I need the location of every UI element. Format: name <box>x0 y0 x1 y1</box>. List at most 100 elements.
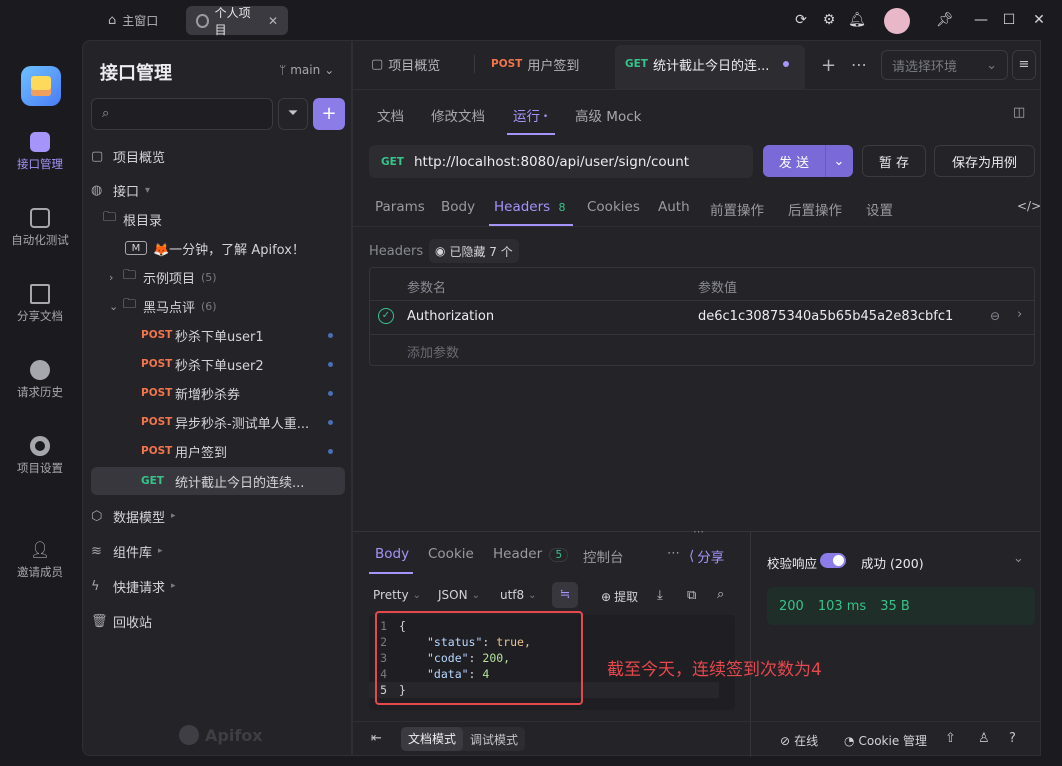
rail-automation-test[interactable]: 自动化测试 <box>0 208 80 248</box>
add-param-input[interactable]: 添加参数 <box>407 342 459 361</box>
url-input[interactable]: http://localhost:8080/api/user/sign/coun… <box>414 154 689 170</box>
project-window-tab[interactable]: 个人项目 ✕ <box>186 6 288 37</box>
url-bar[interactable]: GET http://localhost:8080/api/user/sign/… <box>369 145 753 178</box>
copy-icon[interactable]: ⧉ <box>687 588 696 603</box>
tab-post-ops[interactable]: 后置操作 <box>788 199 842 219</box>
subtab-docs[interactable]: 文档 <box>377 105 404 125</box>
pin-icon[interactable]: 📌︎ <box>936 11 954 29</box>
endpoint-item[interactable]: POST 秒杀下单user2 <box>91 351 345 377</box>
sidebar-item-overview[interactable]: ▢ 项目概览 <box>91 143 345 169</box>
send-button[interactable]: 发 送 ⌄ <box>763 145 853 177</box>
encoding-select[interactable]: utf8 ⌄ <box>500 588 537 602</box>
tree-folder-examples[interactable]: › 🗀︎ 示例项目 (5) <box>109 264 345 290</box>
subtab-edit-docs[interactable]: 修改文档 <box>431 105 485 125</box>
resp-tab-header[interactable]: Header 5 <box>493 546 569 562</box>
sidebar-item-recycle-bin[interactable]: 🗑︎ 回收站 <box>91 608 345 634</box>
sidebar-item-data-model[interactable]: ⬡ 数据模型 ▸ <box>91 503 345 529</box>
branch-selector[interactable]: ᛘ main ⌄ <box>279 63 334 77</box>
share-button[interactable]: ⟨ 分享 <box>689 546 724 566</box>
type-select[interactable]: JSON ⌄ <box>438 588 480 602</box>
endpoint-item[interactable]: POST 新增秒杀券 <box>91 380 345 406</box>
rail-project-settings[interactable]: 项目设置 <box>0 436 80 476</box>
remove-icon[interactable]: ⊖ <box>990 309 1000 323</box>
endpoint-item[interactable]: POST 秒杀下单user1 <box>91 322 345 348</box>
tab-auth[interactable]: Auth <box>658 199 690 215</box>
save-button[interactable]: 暂 存 <box>862 145 926 177</box>
sidebar-item-components[interactable]: ≋ 组件库 ▸ <box>91 538 345 564</box>
format-select[interactable]: Pretty ⌄ <box>373 588 421 602</box>
debug-mode-button[interactable]: 调试模式 <box>463 731 525 748</box>
tab-params[interactable]: Params <box>375 199 425 215</box>
hidden-headers-toggle[interactable]: ◉ 已隐藏 7 个 <box>429 239 519 263</box>
upload-icon[interactable]: ⇧ <box>945 731 956 746</box>
online-status[interactable]: ⊘ 在线 <box>780 732 818 749</box>
environment-select[interactable]: 请选择环境 ⌄ <box>881 50 1008 80</box>
tab-settings[interactable]: 设置 <box>866 199 893 219</box>
home-window-tab[interactable]: ⌂ 主窗口 <box>98 6 168 35</box>
chevron-down-icon[interactable]: ⌄ <box>1013 551 1024 566</box>
rail-request-history[interactable]: 请求历史 <box>0 360 80 400</box>
tab-pre-ops[interactable]: 前置操作 <box>710 199 764 219</box>
doc-mode-button[interactable]: 文档模式 <box>401 727 464 751</box>
cookie-management[interactable]: ◔ Cookie 管理 <box>844 732 927 749</box>
filter-button[interactable]: ⏷ <box>278 98 308 130</box>
tab-post-signin[interactable]: POST 用户签到 <box>491 41 579 87</box>
tab-body[interactable]: Body <box>441 199 475 215</box>
shirt-icon[interactable]: ♙ <box>978 731 990 746</box>
endpoint-item[interactable]: POST 用户签到 <box>91 438 345 464</box>
subtab-run[interactable]: 运行 • <box>513 105 548 125</box>
help-icon[interactable]: ? <box>1009 731 1016 746</box>
code-icon[interactable]: </> <box>1017 199 1041 213</box>
resize-handle-icon[interactable]: ⋯ <box>693 525 704 538</box>
response-size: 35 B <box>880 598 910 614</box>
rail-share-docs[interactable]: 分享文档 <box>0 284 80 324</box>
maximize-icon[interactable]: ☐ <box>1000 11 1018 29</box>
search-icon[interactable]: ⌕ <box>717 587 724 602</box>
more-tabs-button[interactable]: ⋯ <box>851 55 867 74</box>
save-as-case-button[interactable]: 保存为用例 <box>934 145 1035 177</box>
resp-tab-console[interactable]: 控制台 <box>583 546 624 566</box>
table-row[interactable]: ✓ Authorization de6c1c30875340a5b65b45a2… <box>370 301 1034 334</box>
window-close-icon[interactable]: ✕ <box>1030 11 1048 29</box>
refresh-icon[interactable]: ⟳ <box>792 11 810 29</box>
tree-folder-heima[interactable]: ⌄ 🗀︎ 黑马点评 (6) <box>109 293 345 319</box>
endpoint-item[interactable]: POST 异步秒杀-测试单人重... <box>91 409 345 435</box>
resp-tab-cookie[interactable]: Cookie <box>428 546 474 562</box>
checkbox-checked-icon[interactable]: ✓ <box>378 308 394 324</box>
minimize-icon[interactable]: — <box>972 11 990 29</box>
extract-button[interactable]: ⊕ 提取 <box>601 588 638 605</box>
add-button[interactable]: + <box>313 98 345 130</box>
sidebar-item-quick-request[interactable]: ϟ 快捷请求 ▸ <box>91 573 345 599</box>
tree-intro-doc[interactable]: M 🦊一分钟，了解 Apifox！ <box>125 235 345 261</box>
endpoint-item-selected[interactable]: GET 统计截止今日的连续... <box>91 467 345 495</box>
avatar[interactable] <box>884 8 910 34</box>
tree-root[interactable]: 🗀︎ 根目录 <box>103 206 357 232</box>
tab-overview[interactable]: ▢ 项目概览 <box>371 41 440 87</box>
subtab-mock[interactable]: 高级 Mock <box>575 105 641 125</box>
bell-icon[interactable]: 🔔︎ <box>848 11 866 29</box>
close-icon[interactable]: ✕ <box>268 14 278 28</box>
rail-api-management[interactable]: 接口管理 <box>0 132 80 172</box>
resp-tab-body[interactable]: Body <box>375 546 409 562</box>
method-select[interactable]: GET <box>381 156 404 168</box>
validate-toggle[interactable] <box>820 553 846 568</box>
collapse-icon[interactable]: ⇤ <box>371 731 382 746</box>
header-value-cell[interactable]: de6c1c30875340a5b65b45a2e83cbfc1 <box>698 309 953 324</box>
sidebar-item-api[interactable]: ◍ 接口 ▾ <box>91 177 345 203</box>
search-input[interactable]: ⌕ <box>91 98 273 130</box>
tab-cookies[interactable]: Cookies <box>587 199 640 215</box>
panel-toggle-icon[interactable]: ◫ <box>1013 105 1025 120</box>
chevron-right-icon[interactable]: › <box>1017 307 1022 322</box>
gear-icon[interactable]: ⚙ <box>820 11 838 29</box>
rail-invite-members[interactable]: 👤︎ 邀请成员 <box>0 540 80 580</box>
header-name-cell[interactable]: Authorization <box>407 309 494 324</box>
tab-headers[interactable]: Headers 8 <box>494 199 566 215</box>
more-icon[interactable]: ⋯ <box>667 546 680 561</box>
chevron-down-icon[interactable]: ⌄ <box>826 154 852 169</box>
menu-button[interactable]: ≡ <box>1012 50 1036 80</box>
download-icon[interactable]: ⤓ <box>657 588 663 603</box>
new-tab-button[interactable]: + <box>821 55 836 76</box>
wrap-toggle[interactable]: ≒ <box>552 582 578 608</box>
mode-switch[interactable]: 文档模式 调试模式 <box>401 727 526 751</box>
tab-get-count[interactable]: GET 统计截止今日的连... <box>625 41 790 87</box>
